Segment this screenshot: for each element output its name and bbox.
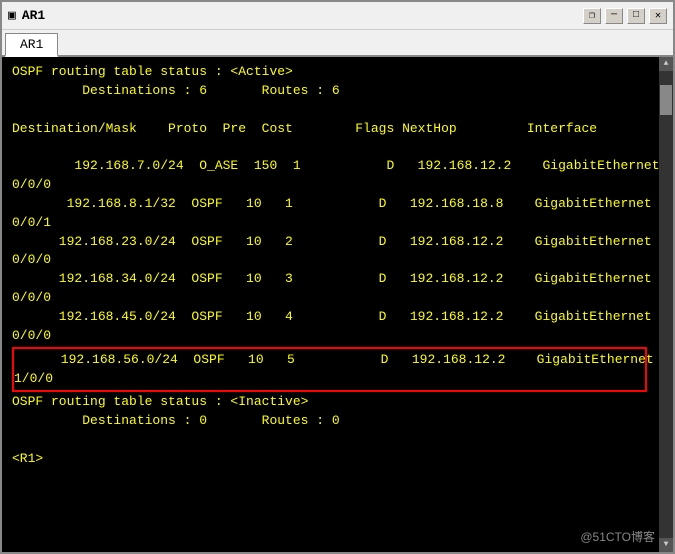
main-window: ▣ AR1 ❐ ─ □ ✕ AR1 OSPF routing table sta…: [0, 0, 675, 554]
terminal-output: OSPF routing table status : <Active> Des…: [12, 63, 663, 346]
watermark: @51CTO博客: [580, 529, 655, 546]
tab-bar: AR1: [2, 30, 673, 57]
window-icon: ▣: [8, 8, 16, 23]
scroll-up-button[interactable]: ▲: [659, 57, 673, 71]
highlighted-line1: 192.168.56.0/24 OSPF 10 5 D 192.168.12.2…: [14, 351, 645, 389]
maximize-button[interactable]: □: [627, 8, 645, 24]
window-title: AR1: [22, 8, 45, 23]
terminal[interactable]: OSPF routing table status : <Active> Des…: [2, 57, 673, 552]
title-bar: ▣ AR1 ❐ ─ □ ✕: [2, 2, 673, 30]
restore-button[interactable]: ❐: [583, 8, 601, 24]
title-bar-left: ▣ AR1: [8, 8, 45, 23]
title-bar-controls: ❐ ─ □ ✕: [583, 8, 667, 24]
scrollbar-thumb[interactable]: [660, 85, 672, 115]
tab-ar1[interactable]: AR1: [5, 33, 58, 57]
terminal-output-after: OSPF routing table status : <Inactive> D…: [12, 393, 663, 450]
minimize-button[interactable]: ─: [605, 8, 623, 24]
prompt-line: <R1>: [12, 450, 663, 469]
close-button[interactable]: ✕: [649, 8, 667, 24]
scrollbar[interactable]: ▲ ▼: [659, 57, 673, 552]
scroll-down-button[interactable]: ▼: [659, 538, 673, 552]
highlighted-row: 192.168.56.0/24 OSPF 10 5 D 192.168.12.2…: [12, 347, 647, 393]
